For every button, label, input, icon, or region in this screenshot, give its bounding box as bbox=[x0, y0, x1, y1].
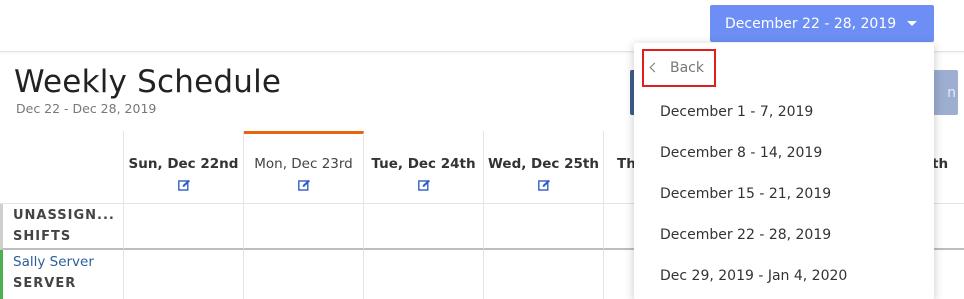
page-title: Weekly Schedule bbox=[14, 64, 282, 100]
dropdown-option[interactable]: December 8 - 14, 2019 bbox=[660, 145, 822, 161]
employee-row-label: Sally Server SERVER bbox=[0, 250, 124, 299]
edit-icon[interactable] bbox=[417, 179, 431, 191]
caret-down-icon bbox=[907, 21, 917, 26]
unassigned-shifts-row-label: UNASSIGN... SHIFTS bbox=[0, 204, 124, 250]
shift-cell[interactable] bbox=[244, 250, 364, 299]
unassigned-label-line2: SHIFTS bbox=[13, 229, 72, 244]
day-header-label: Sun, Dec 22nd bbox=[128, 156, 239, 172]
dropdown-option[interactable]: December 1 - 7, 2019 bbox=[660, 104, 813, 120]
dropdown-option[interactable]: Dec 29, 2019 - Jan 4, 2020 bbox=[660, 268, 847, 284]
day-header-tue: Tue, Dec 24th bbox=[364, 131, 484, 204]
publish-button-partial-label: n bbox=[947, 84, 956, 101]
unassigned-label-line1: UNASSIGN... bbox=[13, 208, 115, 223]
week-selector-button[interactable]: December 22 - 28, 2019 bbox=[710, 5, 934, 42]
day-header-wed: Wed, Dec 25th bbox=[484, 131, 604, 204]
shift-cell[interactable] bbox=[364, 204, 484, 250]
week-selector-label: December 22 - 28, 2019 bbox=[725, 15, 897, 32]
week-dropdown-menu: Back December 1 - 7, 2019 December 8 - 1… bbox=[634, 43, 934, 299]
day-header-label: Wed, Dec 25th bbox=[488, 156, 599, 172]
shift-cell[interactable] bbox=[364, 250, 484, 299]
dropdown-back-label: Back bbox=[670, 60, 704, 76]
chevron-left-icon bbox=[649, 62, 660, 73]
dropdown-option[interactable]: December 22 - 28, 2019 bbox=[660, 227, 831, 243]
day-header-sun: Sun, Dec 22nd bbox=[124, 131, 244, 204]
page-subtitle: Dec 22 - Dec 28, 2019 bbox=[16, 101, 157, 116]
publish-button-partial[interactable]: n bbox=[930, 70, 958, 115]
day-header-mon: Mon, Dec 23rd bbox=[244, 131, 364, 204]
employee-name-link[interactable]: Sally Server bbox=[13, 254, 94, 270]
shift-cell[interactable] bbox=[124, 250, 244, 299]
dropdown-option[interactable]: December 15 - 21, 2019 bbox=[660, 186, 831, 202]
day-header-label: th bbox=[932, 156, 949, 172]
shift-cell[interactable] bbox=[124, 204, 244, 250]
edit-icon[interactable] bbox=[537, 179, 551, 191]
day-header-label: Mon, Dec 23rd bbox=[254, 156, 353, 172]
edit-icon[interactable] bbox=[297, 179, 311, 191]
shift-cell[interactable] bbox=[484, 204, 604, 250]
day-header-label: Tue, Dec 24th bbox=[371, 156, 476, 172]
shift-cell[interactable] bbox=[244, 204, 364, 250]
grid-corner bbox=[0, 131, 124, 204]
dropdown-back-button[interactable]: Back bbox=[642, 49, 716, 87]
shift-cell[interactable] bbox=[484, 250, 604, 299]
edit-icon[interactable] bbox=[177, 179, 191, 191]
employee-role: SERVER bbox=[13, 276, 77, 291]
